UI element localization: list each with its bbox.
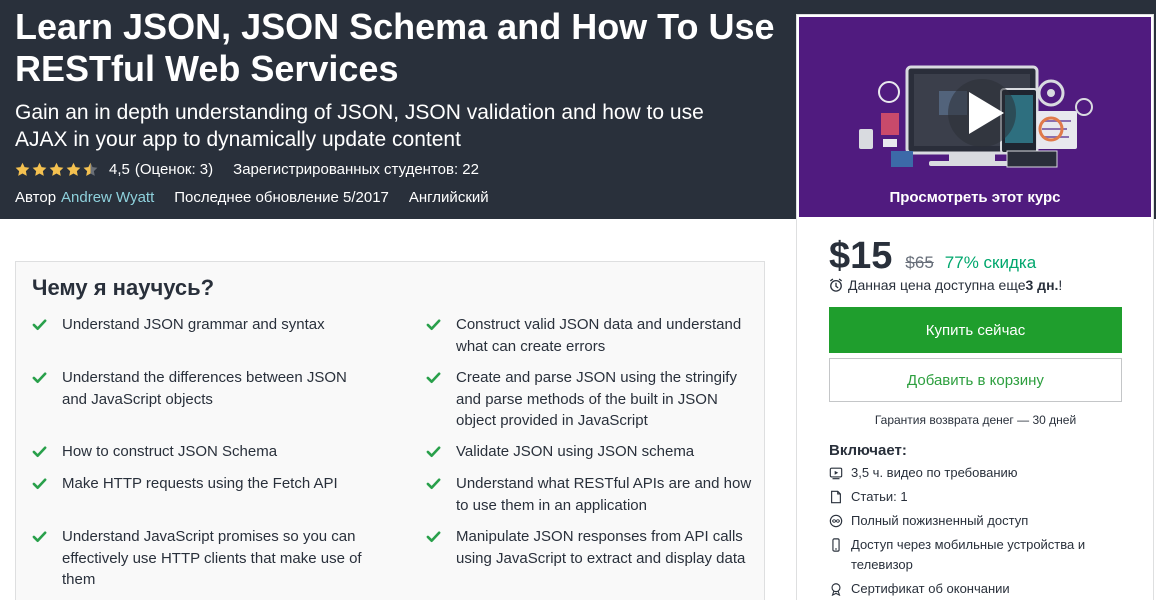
rating-count[interactable]: (Оценок: 3) [135, 161, 213, 178]
learn-item-text: Understand JSON grammar and syntax [62, 316, 325, 333]
article-icon [831, 490, 841, 504]
check-icon [32, 319, 47, 331]
course-preview[interactable]: Просмотреть этот курс [799, 17, 1151, 217]
check-icon [32, 446, 47, 458]
video-icon [829, 467, 843, 480]
author-prefix: Автор [15, 188, 57, 206]
deadline-days: 3 дн. [1025, 277, 1059, 293]
current-price: $15 [829, 235, 893, 277]
author-link[interactable]: Andrew Wyatt [61, 189, 154, 206]
learn-item: Understand the differences between JSON … [32, 367, 362, 410]
learn-item: Validate JSON using JSON schema [426, 441, 756, 463]
learn-item-text: Construct valid JSON data and understand… [456, 316, 742, 355]
includes-item-articles: Статьи: 1 [829, 487, 1129, 507]
alarm-clock-icon [830, 278, 842, 292]
star-icon [15, 162, 30, 176]
learn-item-text: Validate JSON using JSON schema [456, 443, 695, 460]
course-title: Learn JSON, JSON Schema and How To Use R… [15, 6, 775, 89]
check-icon [426, 372, 441, 384]
star-icon [49, 162, 64, 176]
includes-item-text: Статьи: 1 [851, 489, 908, 504]
preview-illustration [799, 17, 1151, 217]
deadline-text: Данная цена доступна еще [848, 277, 1026, 293]
learn-item: How to construct JSON Schema [32, 441, 372, 463]
learn-item-text: Make HTTP requests using the Fetch API [62, 475, 338, 492]
rating-value: 4,5 [109, 160, 130, 178]
learn-item-text: Create and parse JSON using the stringif… [456, 369, 737, 429]
course-subtitle: Gain an in depth understanding of JSON, … [15, 101, 704, 151]
learn-item-text: Understand the differences between JSON … [62, 369, 347, 408]
learn-item: Understand JSON grammar and syntax [32, 314, 372, 336]
check-icon [426, 446, 441, 458]
certificate-icon [831, 583, 841, 596]
last-updated: Последнее обновление 5/2017 [174, 188, 389, 206]
check-icon [32, 372, 47, 384]
includes-list: 3,5 ч. видео по требованию Статьи: 1 Пол… [829, 463, 1129, 600]
purchase-sidebar: Просмотреть этот курс $15 $65 77% скидка… [796, 14, 1154, 600]
includes-item-certificate: Сертификат об окончании [829, 579, 1129, 599]
buy-now-button[interactable]: Купить сейчас [829, 307, 1122, 353]
learn-item-text: Understand JavaScript promises so you ca… [62, 528, 362, 588]
learn-item-text: Understand what RESTful APIs are and how… [456, 475, 752, 514]
includes-item-text: Полный пожизненный доступ [851, 513, 1029, 528]
course-meta: Автор Andrew Wyatt Последнее обновление … [15, 187, 489, 207]
star-icon [66, 162, 81, 176]
mobile-icon [832, 538, 840, 552]
what-you-will-learn: Чему я научусь? Understand JSON grammar … [15, 261, 765, 600]
includes-item-video: 3,5 ч. видео по требованию [829, 463, 1129, 483]
deadline-suffix: ! [1058, 277, 1063, 293]
star-icon [32, 162, 47, 176]
discount-label: 77% скидка [944, 253, 1037, 272]
original-price: $65 [905, 253, 934, 272]
learn-item-text: Manipulate JSON responses from API calls… [456, 528, 746, 567]
learn-item: Make HTTP requests using the Fetch API [32, 473, 372, 495]
students-count: Зарегистрированных студентов: 22 [233, 160, 479, 178]
course-language: Английский [408, 188, 489, 206]
check-icon [426, 478, 441, 490]
learn-item-text: How to construct JSON Schema [62, 443, 278, 460]
learn-item: Understand JavaScript promises so you ca… [32, 526, 362, 591]
learn-item: Construct valid JSON data and understand… [426, 314, 756, 357]
preview-label: Просмотреть этот курс [889, 189, 1061, 206]
learn-title: Чему я научусь? [32, 275, 215, 300]
rating-stars [15, 162, 100, 177]
learn-item: Understand what RESTful APIs are and how… [426, 473, 756, 516]
includes-item-lifetime: Полный пожизненный доступ [829, 511, 1129, 531]
money-back-guarantee: Гарантия возврата денег — 30 дней [874, 413, 1077, 427]
price-deadline: Данная цена доступна еще 3 дн.! [829, 277, 1062, 293]
learn-item: Create and parse JSON using the stringif… [426, 367, 756, 432]
check-icon [426, 319, 441, 331]
star-half-icon [83, 162, 98, 176]
check-icon [426, 531, 441, 543]
learn-item: Manipulate JSON responses from API calls… [426, 526, 756, 569]
rating-row: 4,5 (Оценок: 3) Зарегистрированных студе… [15, 159, 479, 179]
infinity-icon [829, 514, 843, 528]
includes-item-text: Сертификат об окончании [851, 581, 1010, 596]
check-icon [32, 531, 47, 543]
includes-item-mobile: Доступ через мобильные устройства и теле… [829, 535, 1129, 575]
price-row: $15 $65 77% скидка [829, 235, 1036, 278]
check-icon [32, 478, 47, 490]
includes-item-text: 3,5 ч. видео по требованию [851, 465, 1018, 480]
includes-title: Включает: [829, 442, 907, 459]
includes-item-text: Доступ через мобильные устройства и теле… [851, 537, 1086, 572]
add-to-cart-button[interactable]: Добавить в корзину [829, 358, 1122, 402]
